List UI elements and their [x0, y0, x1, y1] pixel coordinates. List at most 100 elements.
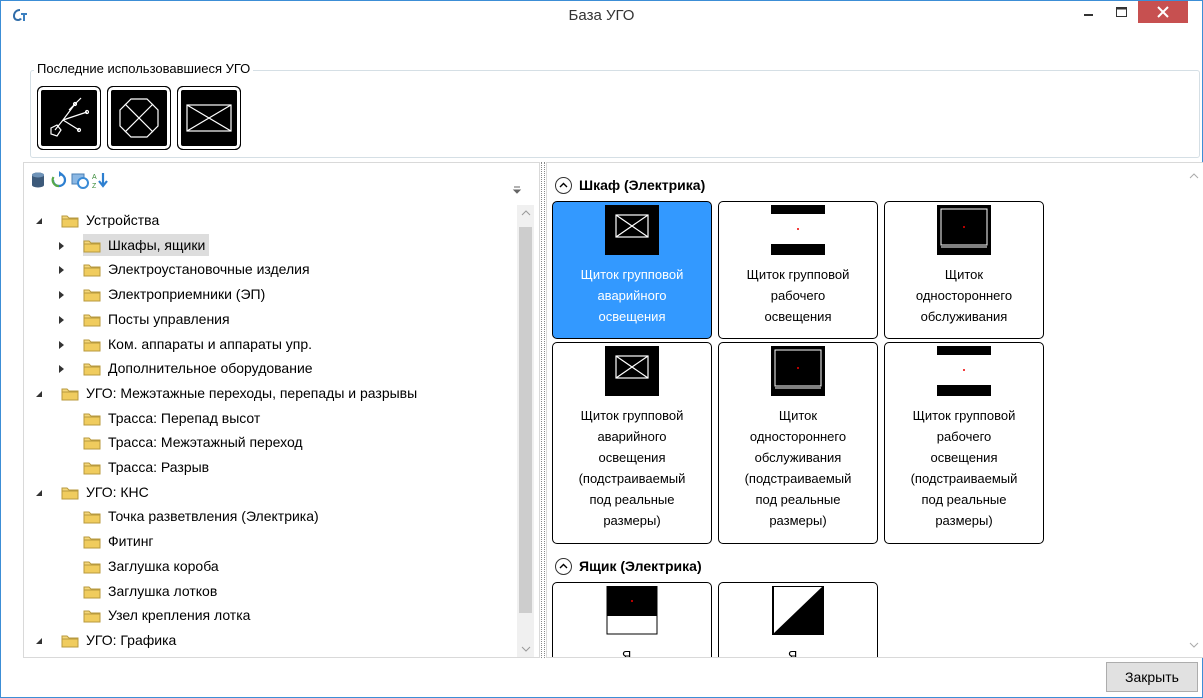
wiring-symbol-icon — [50, 97, 90, 137]
minimize-button[interactable] — [1073, 1, 1105, 23]
tile-label-line: размеры) — [603, 513, 661, 528]
scroll-up-icon[interactable] — [521, 209, 531, 217]
collapsed-arrow-icon[interactable] — [57, 315, 65, 324]
tree-item[interactable]: Заглушка лотков — [83, 580, 221, 604]
tree-item-label: Трасса: Разрыв — [108, 459, 210, 475]
scroll-down-icon[interactable] — [521, 645, 531, 653]
sort-icon[interactable]: A Z — [92, 171, 110, 189]
folder-icon — [83, 413, 101, 426]
folder-icon — [83, 437, 101, 450]
collapsed-arrow-icon[interactable] — [57, 340, 65, 349]
box-half-icon — [605, 586, 659, 636]
recent-item-box-cross[interactable] — [177, 86, 241, 150]
image-refresh-icon[interactable] — [71, 171, 89, 189]
symbol-tile[interactable]: Я... — [552, 582, 712, 657]
tile-label: Щиток групповой аварийного освещения (подст… — [555, 405, 709, 531]
svg-text:Z: Z — [92, 183, 97, 189]
close-icon — [1157, 6, 1169, 18]
scroll-down-icon[interactable] — [1189, 641, 1199, 649]
box-cross-icon — [605, 205, 659, 255]
panel-splitter[interactable] — [541, 162, 545, 658]
tree-item[interactable]: УГО: Графика — [36, 629, 180, 653]
gallery-scrollbar[interactable] — [1185, 163, 1202, 657]
tree-item[interactable]: Шкафы, ящики — [59, 233, 210, 258]
expanded-arrow-icon[interactable] — [35, 217, 43, 225]
symbol-tile[interactable]: Щиток групповой рабочего освещения (подстра… — [884, 342, 1044, 544]
folder-icon — [83, 339, 101, 351]
tree-scroll-thumb[interactable] — [519, 227, 532, 613]
group-title: Ящик (Электрика) — [579, 558, 702, 574]
collapsed-arrow-icon[interactable] — [57, 365, 65, 374]
tree-item[interactable]: Ком. аппараты и аппараты упр. — [59, 333, 316, 357]
folder-icon — [83, 536, 101, 549]
tree-item[interactable]: Узел крепления лотка — [83, 604, 254, 628]
tree-item-label: Заглушка лотков — [108, 582, 218, 599]
symbol-tile[interactable]: Щиток одностороннего обслуживания — [884, 201, 1044, 339]
tree-item[interactable]: Точка разветвления (Электрика) — [83, 505, 323, 529]
recent-symbols-legend: Последние использовавшиеся УГО — [34, 61, 254, 76]
database-icon[interactable] — [29, 171, 47, 189]
tree-item[interactable]: Посты управления — [59, 308, 234, 332]
symbol-tile[interactable]: Я... — [718, 582, 878, 658]
folder-icon — [83, 289, 101, 302]
collapse-icon[interactable] — [555, 176, 572, 194]
scroll-up-icon[interactable] — [1189, 172, 1199, 180]
tree-item[interactable]: Дополнительное оборудование — [59, 357, 317, 381]
title-bar: База УГО — [1, 1, 1202, 31]
window-title: База УГО — [568, 7, 635, 24]
recent-item-wiring[interactable] — [37, 86, 101, 150]
tree-item[interactable]: Заглушка короба — [83, 555, 223, 579]
tile-label-line: размеры) — [935, 513, 993, 528]
tree-item[interactable]: Фитинг — [83, 530, 158, 554]
tile-label-line: освещения — [598, 450, 666, 465]
collapsed-arrow-icon[interactable] — [57, 291, 65, 300]
symbol-tile[interactable]: Щиток групповой рабочего освещения — [718, 201, 878, 339]
tree-item[interactable]: Трасса: Разрыв — [83, 456, 213, 480]
recent-item-octagon[interactable] — [107, 86, 171, 150]
folder-icon — [83, 363, 101, 376]
window: База УГО Последние использовавшиеся УГО — [0, 0, 1203, 698]
tree-item[interactable]: Трасса: Перепад высот — [83, 407, 264, 431]
tree-item[interactable]: Устройства — [36, 209, 163, 233]
tree-item-label: УГО: КНС — [86, 483, 149, 500]
svg-text:A: A — [92, 174, 97, 181]
tile-label-line: Щиток — [944, 267, 984, 282]
folder-icon — [61, 388, 79, 401]
tree-item[interactable]: Электроустановочные изделия — [59, 258, 314, 282]
box-diagonal-icon — [772, 586, 824, 635]
tree-item[interactable]: Трасса: Межэтажный переход — [83, 431, 307, 455]
tree-item-label: УГО: Межэтажные переходы, перепады и раз… — [86, 384, 418, 401]
close-dialog-button[interactable]: Закрыть — [1106, 662, 1198, 692]
tree-item-label: Точка разветвления (Электрика) — [108, 508, 319, 525]
tile-label-line: рабочего — [936, 429, 992, 444]
toolbar-overflow-icon[interactable] — [512, 182, 522, 194]
symbol-tile[interactable]: Щиток групповой аварийного освещения — [552, 201, 712, 339]
tree-item-label: Шкафы, ящики — [108, 236, 206, 253]
category-tree: Устройства Шкафы, ящики Электроустановочны… — [25, 205, 515, 657]
tile-label-line: под реальные — [755, 492, 841, 507]
tree-item-label: Устройства — [86, 212, 160, 228]
collapsed-arrow-icon[interactable] — [57, 266, 65, 275]
expanded-arrow-icon[interactable] — [35, 637, 43, 645]
tree-scrollbar[interactable] — [517, 205, 534, 657]
collapsed-arrow-icon[interactable] — [57, 241, 65, 250]
maximize-button[interactable] — [1105, 1, 1137, 23]
expanded-arrow-icon[interactable] — [35, 390, 43, 398]
tree-item[interactable]: УГО: Межэтажные переходы, перепады и раз… — [36, 382, 421, 406]
octagon-cross-symbol-icon — [119, 98, 159, 138]
tile-label: Щиток групповой рабочего освещения — [721, 264, 875, 327]
group-header-cabinet[interactable]: Шкаф (Электрика) — [555, 174, 705, 196]
group-header-box[interactable]: Ящик (Электрика) — [555, 555, 702, 577]
tree-item[interactable]: Электроприемники (ЭП) — [59, 283, 269, 307]
tile-label-line: Я... — [787, 648, 809, 658]
collapse-icon[interactable] — [555, 557, 572, 575]
symbol-tile[interactable]: Щиток одностороннего обслуживания (подстраи… — [718, 342, 878, 544]
tree-item[interactable]: УГО: КНС — [36, 481, 153, 505]
symbol-tile[interactable]: Щиток групповой аварийного освещения (подст… — [552, 342, 712, 544]
tree-item-label: Узел крепления лотка — [108, 607, 251, 624]
tile-label-line: (подстраиваемый — [744, 471, 852, 486]
box-cross-icon — [605, 346, 659, 396]
expanded-arrow-icon[interactable] — [35, 489, 43, 497]
close-window-button[interactable] — [1138, 1, 1188, 23]
refresh-icon[interactable] — [50, 171, 68, 189]
